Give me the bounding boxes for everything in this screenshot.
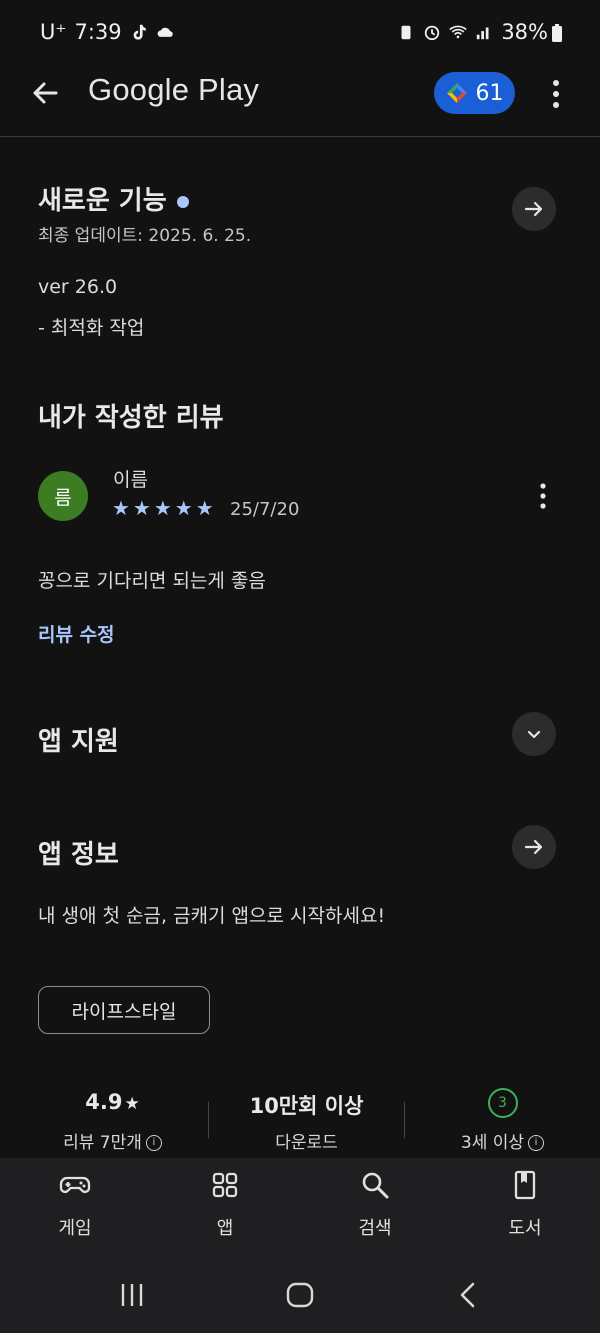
rating-value: 4.9 ★ (40, 1090, 185, 1114)
app-info-arrow-button[interactable] (512, 825, 556, 869)
points-count: 61 (475, 80, 504, 106)
rating-number: 4.9 (85, 1090, 123, 1114)
battery-percent: 38% (501, 20, 548, 44)
nav-item-games[interactable]: 게임 (15, 1168, 135, 1240)
review-date: 25/7/20 (230, 499, 300, 520)
whats-new-title: 새로운 기능 (38, 186, 167, 216)
alarm-icon (425, 25, 440, 41)
app-info-title: 앱 정보 (38, 840, 119, 870)
nav-label-apps: 앱 (216, 1218, 234, 1239)
arrow-right-icon (524, 839, 543, 855)
nav-label-search: 검색 (358, 1218, 392, 1239)
app-bar-divider (0, 136, 600, 137)
new-indicator-dot (176, 195, 189, 208)
last-updated: 최종 업데이트: 2025. 6. 25. (38, 226, 252, 246)
star-rating: ★★★★★ (112, 496, 217, 520)
avatar-initial: 름 (54, 486, 72, 509)
update-note: - 최적화 작업 (38, 317, 145, 339)
nav-item-apps[interactable]: 앱 (165, 1168, 285, 1240)
app-support-expand-button[interactable] (512, 712, 556, 756)
age-rating-badge: 3 (415, 1088, 590, 1118)
info-icon[interactable]: i (528, 1135, 545, 1151)
stat-divider (208, 1102, 209, 1138)
category-chip[interactable]: 라이프스타일 (38, 986, 210, 1034)
status-bar-left: U⁺ 7:39 (40, 20, 174, 44)
battery-saver-icon (401, 25, 411, 40)
info-icon[interactable]: i (145, 1135, 162, 1151)
carrier-label: U⁺ (40, 20, 67, 44)
recent-apps-icon[interactable] (118, 1282, 146, 1308)
reviews-count-label: 리뷰 7만개 (63, 1133, 142, 1153)
reviews-count: 리뷰 7만개 i (40, 1128, 185, 1153)
nav-item-search[interactable]: 검색 (315, 1168, 435, 1240)
signal-icon (477, 27, 489, 40)
age-rating: 3세 이상 i (415, 1128, 590, 1153)
my-review-title: 내가 작성한 리뷰 (38, 403, 224, 433)
whats-new-arrow-button[interactable] (512, 187, 556, 231)
play-points-button[interactable]: 61 (434, 72, 515, 114)
status-bar-right: 38% (397, 20, 562, 44)
clock: 7:39 (74, 20, 122, 44)
back-nav-icon[interactable] (456, 1281, 480, 1309)
review-text: 꽁으로 기다리면 되는게 좋음 (38, 570, 266, 592)
nav-label-books: 도서 (508, 1218, 542, 1239)
downloads-label: 다운로드 (275, 1133, 338, 1153)
age-rating-icon: 3 (487, 1088, 518, 1118)
cloud-icon (157, 27, 173, 37)
app-title: Google Play (88, 72, 260, 107)
tiktok-icon (133, 24, 146, 40)
back-arrow-icon[interactable] (28, 76, 62, 110)
downloads-value: 10만회 이상 (249, 1094, 364, 1118)
arrow-right-icon (524, 201, 543, 217)
review-more-options-icon[interactable] (535, 481, 551, 511)
home-icon[interactable] (285, 1281, 315, 1309)
rating-star-icon: ★ (124, 1094, 140, 1114)
whats-new-heading: 새로운 기능 (38, 180, 189, 217)
stat-divider (404, 1102, 405, 1138)
more-options-icon[interactable] (545, 78, 567, 110)
avatar: 름 (38, 471, 88, 521)
age-rating-label: 3세 이상 (460, 1133, 525, 1153)
book-icon (514, 1170, 536, 1200)
battery-icon (552, 24, 562, 42)
app-description: 내 생애 첫 순금, 금캐기 앱으로 시작하세요! (38, 905, 386, 927)
wifi-icon (449, 25, 468, 39)
reviewer-name: 이름 (113, 469, 148, 491)
gamepad-icon (59, 1176, 91, 1193)
edit-review-link[interactable]: 리뷰 수정 (38, 620, 115, 647)
apps-grid-icon (212, 1172, 238, 1198)
nav-item-books[interactable]: 도서 (465, 1168, 585, 1240)
search-icon (362, 1172, 389, 1199)
version-text: ver 26.0 (38, 276, 118, 298)
app-support-title[interactable]: 앱 지원 (38, 721, 119, 758)
play-points-icon (446, 83, 467, 103)
nav-label-games: 게임 (58, 1218, 92, 1239)
chevron-down-icon (527, 730, 541, 739)
